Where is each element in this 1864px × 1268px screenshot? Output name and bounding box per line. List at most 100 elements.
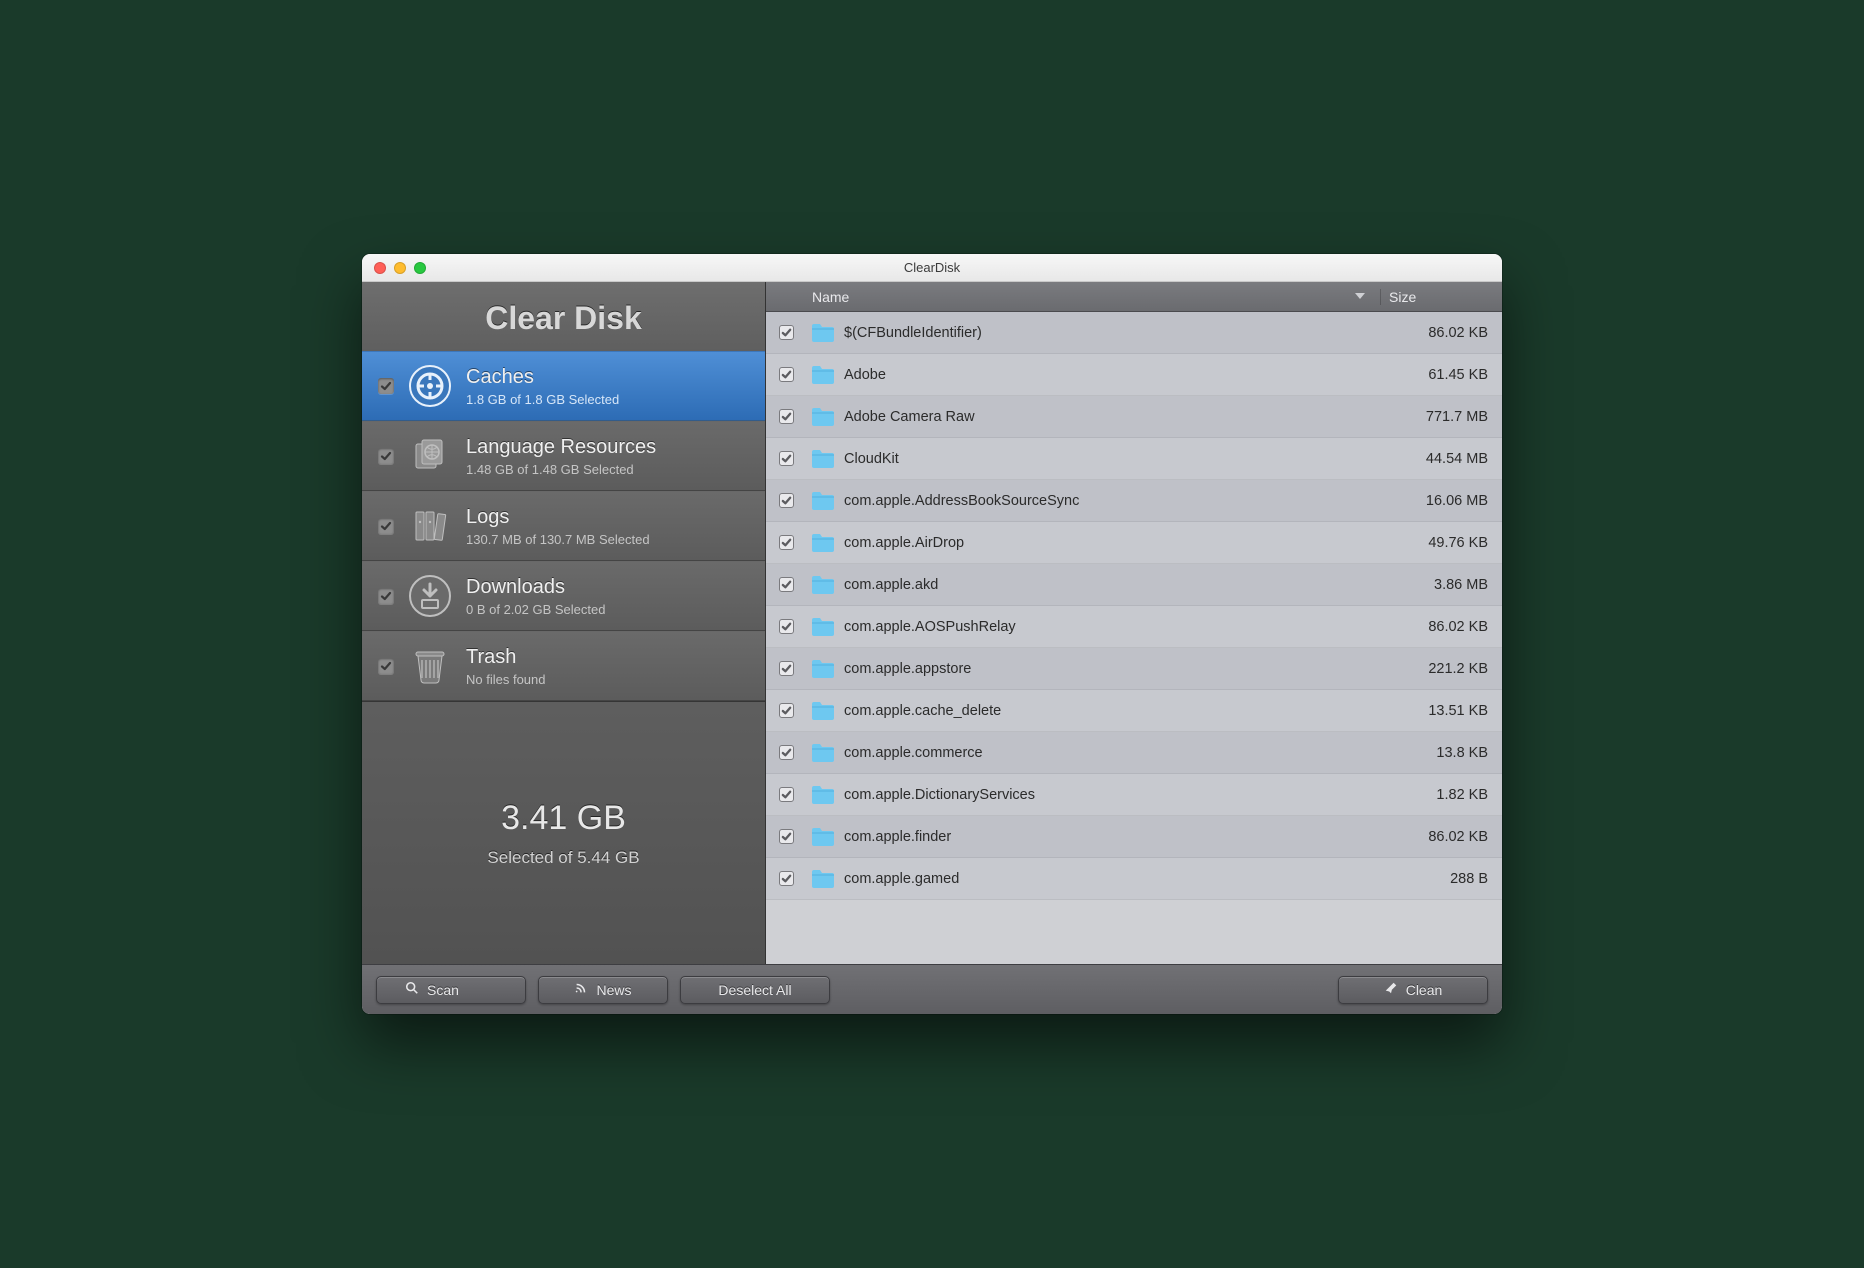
column-size-label: Size	[1389, 289, 1416, 305]
file-size: 86.02 KB	[1396, 619, 1502, 635]
scan-button[interactable]: Scan	[376, 976, 526, 1004]
category-subtext: 1.8 GB of 1.8 GB Selected	[466, 392, 619, 407]
file-size: 13.8 KB	[1396, 745, 1502, 761]
clean-button[interactable]: Clean	[1338, 976, 1488, 1004]
category-label: Language Resources	[466, 436, 656, 459]
file-name: com.apple.AddressBookSourceSync	[840, 493, 1396, 509]
folder-icon	[806, 868, 840, 890]
file-name: CloudKit	[840, 451, 1396, 467]
row-checkbox[interactable]	[779, 577, 794, 592]
table-row[interactable]: com.apple.finder 86.02 KB	[766, 816, 1502, 858]
window-title: ClearDisk	[362, 260, 1502, 275]
category-checkbox[interactable]	[378, 658, 394, 674]
table-row[interactable]: Adobe Camera Raw 771.7 MB	[766, 396, 1502, 438]
selection-summary: 3.41 GB Selected of 5.44 GB	[362, 701, 765, 964]
file-name: com.apple.finder	[840, 829, 1396, 845]
category-checkbox[interactable]	[378, 448, 394, 464]
table-row[interactable]: Adobe 61.45 KB	[766, 354, 1502, 396]
category-subtext: 1.48 GB of 1.48 GB Selected	[466, 462, 656, 477]
row-checkbox[interactable]	[779, 367, 794, 382]
file-panel: Name Size $(CFBundleIdentifier) 86.02 KB…	[766, 282, 1502, 964]
file-size: 771.7 MB	[1396, 409, 1502, 425]
file-list[interactable]: $(CFBundleIdentifier) 86.02 KB Adobe 61.…	[766, 312, 1502, 964]
file-name: com.apple.appstore	[840, 661, 1396, 677]
file-name: com.apple.cache_delete	[840, 703, 1396, 719]
rss-icon	[574, 981, 588, 998]
folder-icon	[806, 826, 840, 848]
column-name[interactable]: Name	[806, 289, 1380, 305]
file-name: com.apple.commerce	[840, 745, 1396, 761]
app-brand: Clear Disk	[362, 282, 765, 351]
row-checkbox[interactable]	[779, 745, 794, 760]
folder-icon	[806, 700, 840, 722]
file-size: 13.51 KB	[1396, 703, 1502, 719]
category-checkbox[interactable]	[378, 518, 394, 534]
table-row[interactable]: $(CFBundleIdentifier) 86.02 KB	[766, 312, 1502, 354]
row-checkbox[interactable]	[779, 619, 794, 634]
deselect-label: Deselect All	[718, 982, 791, 998]
file-size: 49.76 KB	[1396, 535, 1502, 551]
row-checkbox[interactable]	[779, 451, 794, 466]
file-size: 61.45 KB	[1396, 367, 1502, 383]
sidebar-item-lang[interactable]: Language Resources 1.48 GB of 1.48 GB Se…	[362, 421, 765, 491]
row-checkbox[interactable]	[779, 787, 794, 802]
column-size[interactable]: Size	[1380, 289, 1486, 305]
category-subtext: No files found	[466, 672, 546, 687]
table-row[interactable]: com.apple.gamed 288 B	[766, 858, 1502, 900]
table-row[interactable]: com.apple.DictionaryServices 1.82 KB	[766, 774, 1502, 816]
table-row[interactable]: com.apple.cache_delete 13.51 KB	[766, 690, 1502, 732]
row-checkbox[interactable]	[779, 325, 794, 340]
titlebar: ClearDisk	[362, 254, 1502, 282]
file-name: Adobe	[840, 367, 1396, 383]
folder-icon	[806, 616, 840, 638]
table-row[interactable]: com.apple.commerce 13.8 KB	[766, 732, 1502, 774]
row-checkbox[interactable]	[779, 703, 794, 718]
file-size: 1.82 KB	[1396, 787, 1502, 803]
category-label: Downloads	[466, 576, 605, 599]
sidebar-item-caches[interactable]: Caches 1.8 GB of 1.8 GB Selected	[362, 351, 765, 421]
lang-icon	[408, 434, 452, 478]
file-name: com.apple.AirDrop	[840, 535, 1396, 551]
file-name: Adobe Camera Raw	[840, 409, 1396, 425]
row-checkbox[interactable]	[779, 493, 794, 508]
file-size: 3.86 MB	[1396, 577, 1502, 593]
row-checkbox[interactable]	[779, 535, 794, 550]
deselect-all-button[interactable]: Deselect All	[680, 976, 830, 1004]
category-label: Logs	[466, 506, 650, 529]
row-checkbox[interactable]	[779, 871, 794, 886]
column-name-label: Name	[812, 289, 849, 305]
category-subtext: 0 B of 2.02 GB Selected	[466, 602, 605, 617]
clean-label: Clean	[1406, 982, 1443, 998]
category-label: Caches	[466, 366, 619, 389]
app-window: ClearDisk Clear Disk Caches 1.8 GB of 1.…	[362, 254, 1502, 1014]
category-subtext: 130.7 MB of 130.7 MB Selected	[466, 532, 650, 547]
sidebar-item-downloads[interactable]: Downloads 0 B of 2.02 GB Selected	[362, 561, 765, 631]
trash-icon	[408, 644, 452, 688]
table-row[interactable]: com.apple.AddressBookSourceSync 16.06 MB	[766, 480, 1502, 522]
folder-icon	[806, 364, 840, 386]
table-row[interactable]: com.apple.AirDrop 49.76 KB	[766, 522, 1502, 564]
category-checkbox[interactable]	[378, 588, 394, 604]
file-size: 86.02 KB	[1396, 829, 1502, 845]
column-headers: Name Size	[766, 282, 1502, 312]
file-size: 288 B	[1396, 871, 1502, 887]
row-checkbox[interactable]	[779, 829, 794, 844]
table-row[interactable]: CloudKit 44.54 MB	[766, 438, 1502, 480]
table-row[interactable]: com.apple.appstore 221.2 KB	[766, 648, 1502, 690]
sidebar-item-trash[interactable]: Trash No files found	[362, 631, 765, 701]
table-row[interactable]: com.apple.akd 3.86 MB	[766, 564, 1502, 606]
category-checkbox[interactable]	[378, 378, 394, 394]
row-checkbox[interactable]	[779, 409, 794, 424]
file-size: 221.2 KB	[1396, 661, 1502, 677]
category-label: Trash	[466, 646, 546, 669]
summary-total: Selected of 5.44 GB	[487, 848, 639, 868]
file-name: com.apple.DictionaryServices	[840, 787, 1396, 803]
folder-icon	[806, 322, 840, 344]
table-row[interactable]: com.apple.AOSPushRelay 86.02 KB	[766, 606, 1502, 648]
broom-icon	[1384, 981, 1398, 998]
row-checkbox[interactable]	[779, 661, 794, 676]
folder-icon	[806, 574, 840, 596]
news-button[interactable]: News	[538, 976, 668, 1004]
sidebar-item-logs[interactable]: Logs 130.7 MB of 130.7 MB Selected	[362, 491, 765, 561]
file-name: $(CFBundleIdentifier)	[840, 325, 1396, 341]
